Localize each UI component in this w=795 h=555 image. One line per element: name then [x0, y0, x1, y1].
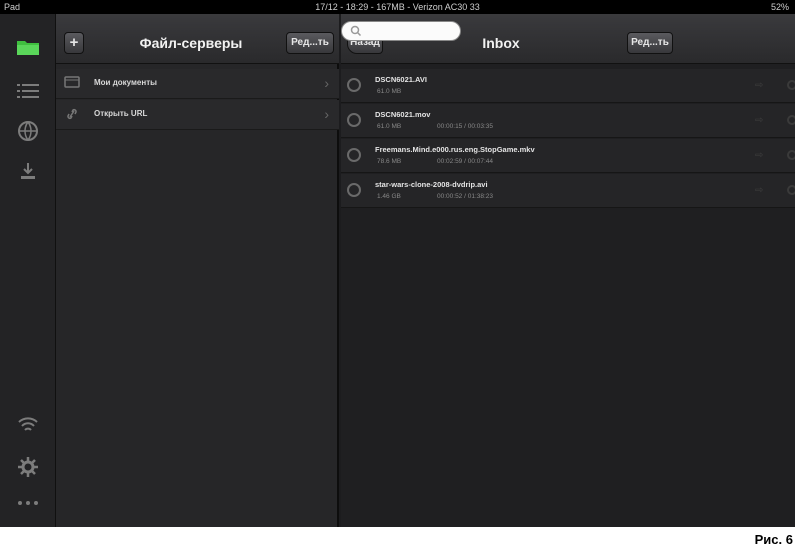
chevron-right-icon: › [324, 106, 329, 122]
file-duration: 00:00:15 / 00:03:35 [437, 123, 494, 130]
list-item-open-url[interactable]: Открыть URL › [56, 100, 339, 130]
list-item-my-documents[interactable]: Мои документы › [56, 69, 339, 99]
file-size: 61.0 MB [377, 123, 402, 130]
app-screen: Pad 17/12 - 18:29 - 167MB - Verizon AC30… [0, 0, 795, 527]
info-icon[interactable] [787, 115, 795, 125]
file-size: 78.6 MB [377, 158, 402, 165]
figure-caption: Рис. 6 [754, 532, 793, 547]
icon-rail [0, 14, 56, 527]
info-icon[interactable] [787, 150, 795, 160]
file-name: star-wars-clone-2008-dvdrip.avi [375, 180, 488, 189]
list-item-file[interactable]: Freemans.Mind.e000.rus.eng.StopGame.mkv … [341, 139, 795, 173]
video-file-icon [347, 183, 361, 197]
gear-icon[interactable] [14, 454, 42, 480]
file-duration: 00:00:52 / 01:38:23 [437, 193, 494, 200]
video-file-icon [347, 113, 361, 127]
inbox-title: Inbox [482, 35, 520, 51]
move-icon[interactable]: ⇨ [755, 151, 769, 161]
inbox-panel: Назад Inbox Ред...ть DSCN6021.AVI 61.0 M… [341, 14, 795, 527]
servers-toolbar: + Файл-серверы Ред...ть [56, 14, 339, 64]
info-icon[interactable] [787, 80, 795, 90]
folder-icon[interactable] [14, 34, 42, 60]
list-item-file[interactable]: DSCN6021.AVI 61.0 MB ⇨ [341, 69, 795, 103]
list-item-label: Мои документы [94, 78, 157, 87]
list-icon[interactable] [14, 78, 42, 104]
servers-edit-button[interactable]: Ред...ть [286, 32, 334, 54]
list-item-file[interactable]: star-wars-clone-2008-dvdrip.avi 1.46 GB … [341, 174, 795, 208]
file-servers-panel: + Файл-серверы Ред...ть Мои документы › … [56, 14, 339, 527]
list-item-label: Открыть URL [94, 109, 148, 118]
status-bar: Pad 17/12 - 18:29 - 167MB - Verizon AC30… [0, 0, 795, 14]
file-name: DSCN6021.AVI [375, 75, 427, 84]
file-duration: 00:02:59 / 00:07:44 [437, 158, 494, 165]
add-server-button[interactable]: + [64, 32, 84, 54]
status-battery: 52% [770, 2, 789, 12]
list-item-file[interactable]: DSCN6021.mov 61.0 MB 00:00:15 / 00:03:35… [341, 104, 795, 138]
search-input[interactable] [341, 21, 461, 41]
inbox-edit-button[interactable]: Ред...ть [627, 32, 673, 54]
chevron-right-icon: › [324, 75, 329, 91]
servers-title: Файл-серверы [139, 35, 243, 51]
download-icon[interactable] [14, 158, 42, 184]
move-icon[interactable]: ⇨ [755, 116, 769, 126]
documents-icon [64, 76, 80, 90]
link-icon [64, 107, 80, 121]
video-file-icon [347, 78, 361, 92]
info-icon[interactable] [787, 185, 795, 195]
more-icon[interactable] [14, 490, 42, 516]
file-size: 61.0 MB [377, 88, 402, 95]
move-icon[interactable]: ⇨ [755, 81, 769, 91]
search-icon [350, 25, 362, 37]
globe-icon[interactable] [14, 118, 42, 144]
file-name: DSCN6021.mov [375, 110, 431, 119]
video-file-icon [347, 148, 361, 162]
file-name: Freemans.Mind.e000.rus.eng.StopGame.mkv [375, 145, 535, 154]
wifi-icon[interactable] [14, 412, 42, 438]
status-info: 17/12 - 18:29 - 167MB - Verizon AC30 33 [315, 2, 480, 12]
file-size: 1.46 GB [377, 193, 401, 200]
move-icon[interactable]: ⇨ [755, 186, 769, 196]
